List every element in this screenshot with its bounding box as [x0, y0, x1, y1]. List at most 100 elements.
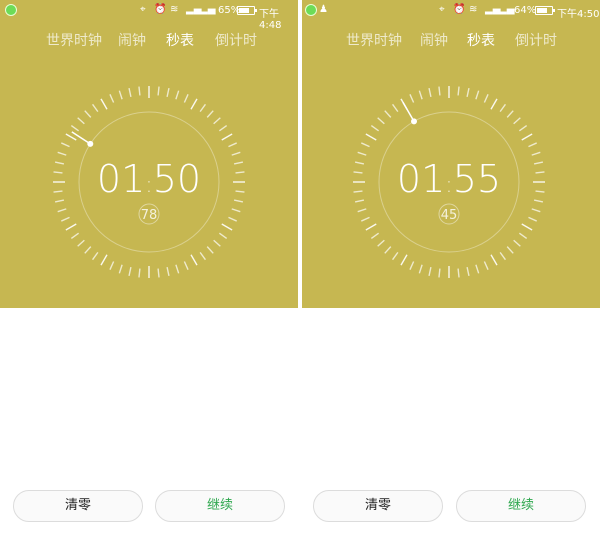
- dial-tick: [166, 87, 170, 98]
- dial-tick: [354, 161, 365, 165]
- dial-tick: [213, 117, 221, 125]
- resume-button[interactable]: 继续: [456, 490, 586, 522]
- dial-tick: [233, 199, 244, 203]
- dial-tick: [506, 246, 514, 254]
- dial-tick: [483, 94, 489, 103]
- dial-tick: [218, 232, 228, 239]
- dial-tick: [213, 239, 221, 247]
- screen-right: ♟ ⌖ ⏰ ≋ ▂▄ ▂▄ 64% 下午4:50 世界时钟 闹钟 秒表 倒计时 …: [302, 0, 600, 533]
- elapsed-seconds: 55: [453, 157, 501, 201]
- dial-tick: [190, 254, 198, 266]
- elapsed-time: 01:50: [97, 157, 201, 201]
- dial-tick: [392, 251, 399, 261]
- dial-tick: [109, 94, 115, 103]
- dial-tick: [206, 246, 214, 254]
- dial-tick: [199, 103, 206, 113]
- dial-tick: [77, 239, 85, 247]
- stopwatch-header: ♟ ⌖ ⏰ ≋ ▂▄ ▂▄ 64% 下午4:50 世界时钟 闹钟 秒表 倒计时 …: [302, 0, 600, 308]
- dial-tick: [175, 264, 180, 274]
- dial-tick: [513, 117, 521, 125]
- dial-tick: [457, 268, 460, 278]
- dial-tick: [235, 171, 245, 174]
- dial-tick: [70, 125, 80, 132]
- dial-tick: [54, 199, 65, 203]
- dial-tick: [518, 232, 528, 239]
- dial-tick: [528, 216, 537, 222]
- dial-tick: [535, 171, 545, 174]
- stopwatch-header: ⌖ ⏰ ≋ ▂▄ ▂▄ 65% 下午4:48 世界时钟 闹钟 秒表 倒计时 01…: [0, 0, 298, 308]
- dial-tick: [370, 232, 380, 239]
- dial-tick: [231, 151, 241, 156]
- dial-tick: [392, 103, 399, 113]
- stopwatch-dial: 01:50 78: [53, 86, 245, 278]
- dial-tick: [365, 223, 377, 231]
- dial-tick: [438, 86, 441, 96]
- dial-tick: [65, 133, 77, 141]
- dial-tick: [528, 142, 537, 148]
- dial-tick: [428, 87, 432, 98]
- dial-tick: [377, 117, 385, 125]
- dial-tick: [77, 117, 85, 125]
- dial-tick: [531, 208, 541, 213]
- dial-tick: [466, 87, 470, 98]
- resume-button[interactable]: 继续: [155, 490, 285, 522]
- dial-tick: [409, 94, 415, 103]
- dial-tick: [100, 254, 108, 266]
- dial-tick: [138, 268, 141, 278]
- dial-tick: [199, 251, 206, 261]
- dial-tick: [70, 232, 80, 239]
- reset-button[interactable]: 清零: [13, 490, 143, 522]
- dial-tick: [483, 261, 489, 270]
- dial-tick: [490, 254, 498, 266]
- dial-tick: [183, 94, 189, 103]
- dial-tick: [384, 246, 392, 254]
- dial-tick: [157, 86, 160, 96]
- dial-tick: [418, 264, 423, 274]
- dial-tick: [221, 223, 233, 231]
- dial-tick: [531, 151, 541, 156]
- dial-tick: [357, 151, 367, 156]
- dial-tick: [54, 161, 65, 165]
- dial-tick: [466, 266, 470, 277]
- elapsed-centiseconds: 45: [441, 208, 458, 223]
- second-hand-dot: [87, 140, 94, 147]
- dial-tick: [53, 190, 63, 193]
- dial-tick: [377, 239, 385, 247]
- dial-tick: [353, 171, 363, 174]
- dial-tick: [490, 98, 498, 110]
- dial-tick: [109, 261, 115, 270]
- dial-tick: [118, 90, 123, 100]
- dial-tick: [100, 98, 108, 110]
- dial-tick: [499, 103, 506, 113]
- dial-tick: [518, 125, 528, 132]
- dial-tick: [190, 98, 198, 110]
- dial-tick: [475, 264, 480, 274]
- dial-tick: [228, 142, 237, 148]
- dial-tick: [231, 208, 241, 213]
- controls: 清零 继续: [0, 490, 298, 522]
- controls: 清零 继续: [302, 490, 600, 522]
- elapsed-minutes: 01: [97, 157, 145, 201]
- dial-tick: [84, 246, 92, 254]
- second-hand: [71, 131, 91, 145]
- dial-tick: [354, 199, 365, 203]
- dial-tick: [533, 161, 544, 165]
- dial-tick: [533, 199, 544, 203]
- dial-tick: [57, 151, 67, 156]
- dial-tick: [138, 86, 141, 96]
- dial-tick: [438, 268, 441, 278]
- dial-tick: [384, 110, 392, 118]
- dial-tick: [361, 216, 370, 222]
- dial-tick: [521, 133, 533, 141]
- dial-tick: [157, 268, 160, 278]
- dial-tick: [65, 223, 77, 231]
- dial-tick: [92, 251, 99, 261]
- dial-tick: [53, 171, 63, 174]
- dial-tick: [428, 266, 432, 277]
- time-separator: :: [145, 173, 152, 198]
- reset-button[interactable]: 清零: [313, 490, 443, 522]
- dial-tick: [228, 216, 237, 222]
- dial-tick: [361, 142, 370, 148]
- dial-tick: [61, 142, 70, 148]
- second-hand-dot: [411, 118, 417, 125]
